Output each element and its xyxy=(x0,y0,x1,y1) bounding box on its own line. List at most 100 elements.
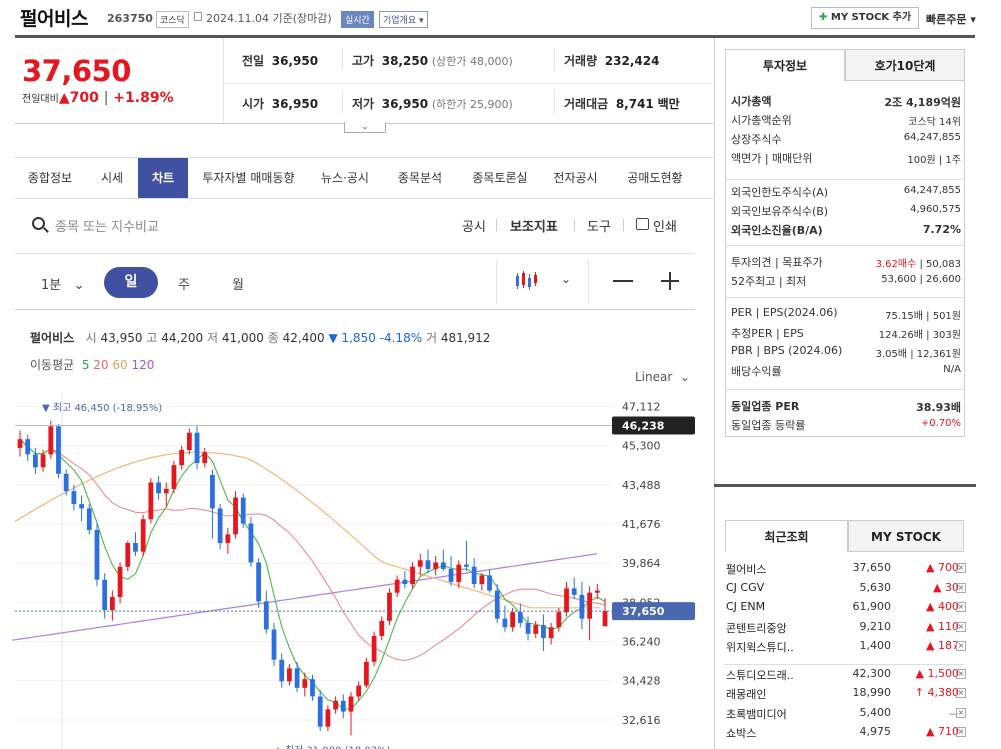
tab-investor[interactable]: 투자자별 매매동향 xyxy=(191,158,306,198)
remove-icon[interactable]: × xyxy=(956,641,966,651)
recent-item-name[interactable]: CJ ENM xyxy=(726,600,765,613)
recent-item[interactable]: CJ CGV 5,630 ▲ 30 × xyxy=(714,581,976,599)
collapse-toggle[interactable]: ⌄ xyxy=(344,122,386,133)
candle-body xyxy=(56,426,61,474)
print-button[interactable]: 인쇄 xyxy=(653,216,677,235)
chart-type-dropdown[interactable]: ⌄ xyxy=(561,272,571,286)
recent-item[interactable]: 초록뱀미디어 5,400 － × xyxy=(714,706,976,724)
remove-icon[interactable]: × xyxy=(956,707,966,718)
tab-recent[interactable]: 최근조회 xyxy=(725,520,848,552)
candle-body xyxy=(71,491,77,505)
tab-discussion[interactable]: 종목토론실 xyxy=(460,158,540,198)
invest-row-label: 배당수익률 xyxy=(731,365,782,378)
moving-average-legend: 이동평균 5 20 60 120 xyxy=(30,358,155,372)
tab-short[interactable]: 공매도현황 xyxy=(615,158,695,198)
recent-item[interactable]: 래몽래인 18,990 ↑ 4,380 × xyxy=(714,686,976,704)
minute-period[interactable]: 1분 ⌄ xyxy=(41,274,85,293)
company-overview-tag[interactable]: 기업개요 ▾ xyxy=(379,11,428,28)
recent-item-name[interactable]: 래몽래인 xyxy=(726,686,766,702)
candle-body xyxy=(287,668,292,682)
recent-item-name[interactable]: 쇼박스 xyxy=(726,725,756,741)
tab-analysis[interactable]: 종목분석 xyxy=(385,158,455,198)
candle-body xyxy=(294,668,300,688)
scale-dropdown[interactable]: Linear ⌄ xyxy=(635,370,690,384)
tab-quote[interactable]: 시세 xyxy=(88,158,136,198)
candle-body xyxy=(279,659,285,682)
candle-body xyxy=(402,579,408,585)
candle-body xyxy=(371,635,377,662)
candle-body xyxy=(456,564,462,582)
summary-grid: 전일 36,950 고가 38,250 (상한가 48,000) 거래량 232… xyxy=(224,38,713,123)
draw-tool-button[interactable]: 도구 xyxy=(587,216,611,235)
candle-body xyxy=(487,575,492,591)
period-day-button[interactable]: 일 xyxy=(104,267,158,298)
recent-item-price: 1,400 xyxy=(859,639,892,652)
recent-item[interactable]: 쇼박스 4,975 ▲ 710 × xyxy=(714,725,976,743)
tab-orderbook[interactable]: 호가10단계 xyxy=(845,49,965,81)
candle-body xyxy=(464,564,469,567)
recent-item-name[interactable]: 콘텐트리중앙 xyxy=(726,620,787,636)
period-month-button[interactable]: 월 xyxy=(232,274,244,293)
tab-invest-info[interactable]: 투자정보 xyxy=(725,49,845,81)
recent-item[interactable]: 위지윅스튜디.. 1,400 ▲ 187 × xyxy=(714,639,976,657)
zoom-out-button[interactable] xyxy=(613,280,633,282)
candle-body xyxy=(233,497,238,535)
realtime-tag[interactable]: 실시간 xyxy=(341,11,374,28)
y-tick-label: 43,488 xyxy=(622,479,661,492)
candle-body xyxy=(86,508,92,531)
tab-news[interactable]: 뉴스·공시 xyxy=(310,158,380,198)
current-price: 37,650 xyxy=(22,54,131,88)
period-week-button[interactable]: 주 xyxy=(178,274,190,293)
candle-body xyxy=(379,620,385,636)
tab-overview[interactable]: 종합정보 xyxy=(15,158,85,198)
remove-icon[interactable]: × xyxy=(956,582,966,593)
remove-icon[interactable]: × xyxy=(956,602,966,612)
top-bar: 펄어비스 263750 코스닥 2024.11.04 기준(장마감) 실시간 기… xyxy=(0,0,1001,36)
indicator-button[interactable]: 보조지표 xyxy=(510,216,558,235)
remove-icon[interactable]: × xyxy=(956,563,966,573)
candle-body xyxy=(94,530,100,580)
recent-item-name[interactable]: 스튜디오드래.. xyxy=(726,667,794,683)
recent-item[interactable]: 펄어비스 37,650 ▲ 700 × xyxy=(714,561,976,579)
recent-item[interactable]: 콘텐트리중앙 9,210 ▲ 110 × xyxy=(714,620,976,638)
tab-dart[interactable]: 전자공시 xyxy=(543,158,608,198)
candle-body xyxy=(79,504,84,509)
candle-body xyxy=(25,439,31,455)
recent-item-change: ▲ 110 xyxy=(926,619,959,633)
quick-order-link[interactable]: 빠른주문 ▾ xyxy=(926,11,976,27)
invest-row-label: 동일업종 등락률 xyxy=(731,419,806,432)
invest-row-label: 시가총액순위 xyxy=(731,114,792,127)
recent-item[interactable]: 스튜디오드래.. 42,300 ▲ 1,500 × xyxy=(714,667,976,685)
remove-icon[interactable]: × xyxy=(956,727,966,737)
candle-body xyxy=(240,497,246,524)
candle-body xyxy=(325,709,331,727)
compare-search-input[interactable]: 종목 또는 지수비교 xyxy=(55,216,159,235)
price-chart[interactable]: 47,11245,30043,48841,67639,86438,05236,2… xyxy=(0,392,712,749)
invest-row-value: 53,600 | 26,600 xyxy=(881,274,961,285)
remove-icon[interactable]: × xyxy=(956,621,966,632)
market-tag: 코스닥 xyxy=(156,11,189,28)
recent-item-price: 18,990 xyxy=(852,686,892,699)
invest-row-value: 3.62매수 | 50,083 xyxy=(875,259,961,270)
candle-body xyxy=(448,568,454,582)
remove-icon[interactable]: × xyxy=(956,688,966,698)
tab-my-stock[interactable]: MY STOCK xyxy=(848,520,964,552)
candle-body xyxy=(140,519,146,552)
recent-item-name[interactable]: 초록뱀미디어 xyxy=(726,706,787,722)
invest-row-value: 64,247,855 xyxy=(903,185,961,196)
recent-item-name[interactable]: 위지윅스튜디.. xyxy=(726,639,794,655)
print-icon[interactable] xyxy=(636,218,649,230)
recent-item-name[interactable]: 펄어비스 xyxy=(726,561,766,577)
y-tick-label: 39,864 xyxy=(622,557,661,570)
disclosure-button[interactable]: 공시 xyxy=(462,216,486,235)
recent-item-name[interactable]: CJ CGV xyxy=(726,581,764,594)
tab-chart[interactable]: 차트 xyxy=(138,158,188,198)
candle-body xyxy=(317,696,323,727)
candle-type-icon[interactable] xyxy=(514,270,540,292)
remove-icon[interactable]: × xyxy=(956,668,966,679)
invest-divider xyxy=(725,297,965,298)
my-stock-add-button[interactable]: ✚ MY STOCK 추가 xyxy=(811,7,920,29)
invest-row-label: 외국인소진율(B/A) xyxy=(731,224,823,237)
invest-row-value: 100원 | 1주 xyxy=(907,155,961,166)
recent-item[interactable]: CJ ENM 61,900 ▲ 400 × xyxy=(714,600,976,618)
